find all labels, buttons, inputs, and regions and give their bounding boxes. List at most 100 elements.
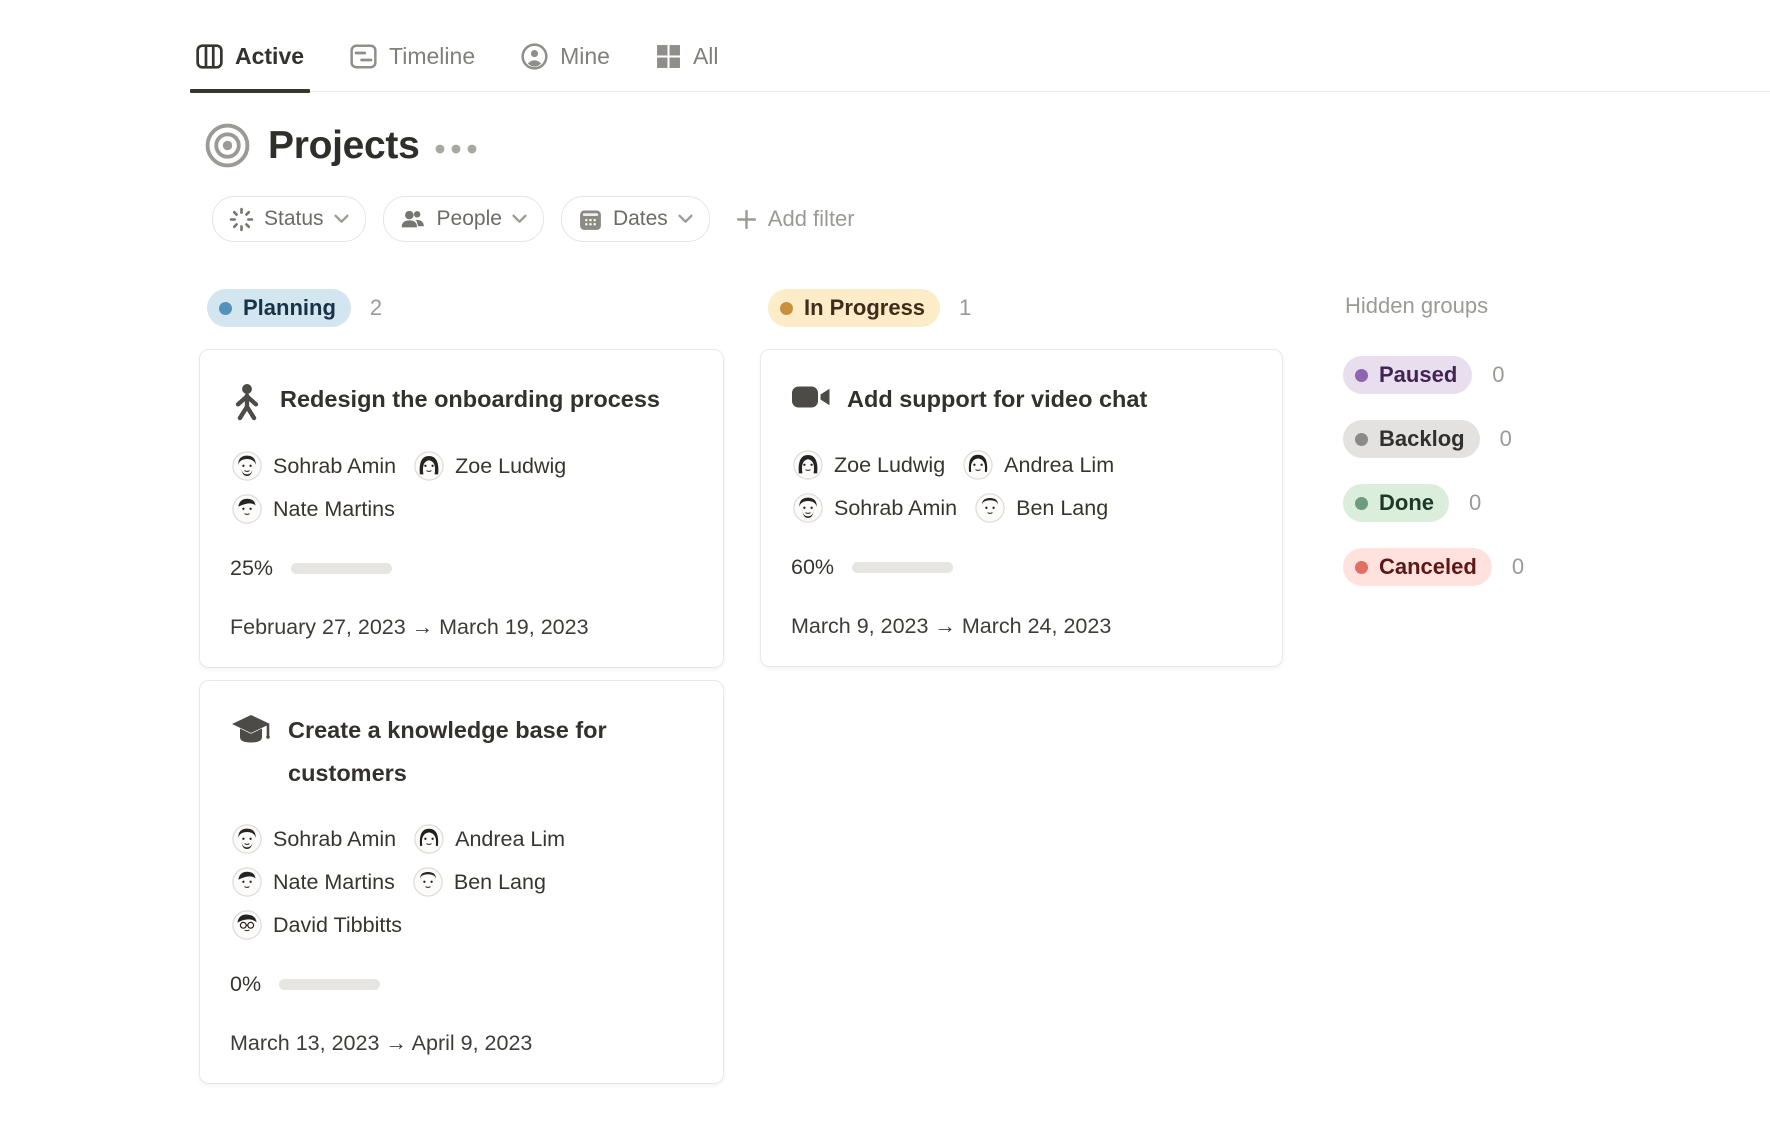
card-people-list: Sohrab Amin Zoe Ludwig Nate Martins bbox=[232, 451, 664, 524]
hidden-groups-title: Hidden groups bbox=[1345, 293, 1613, 319]
person-chip: Ben Lang bbox=[975, 493, 1108, 523]
person-chip: Nate Martins bbox=[232, 494, 395, 524]
target-icon bbox=[204, 122, 251, 169]
tab-mine[interactable]: Mine bbox=[515, 26, 616, 91]
column-count: 1 bbox=[959, 295, 971, 321]
avatar-woman-bob bbox=[414, 824, 444, 854]
person-name: Andrea Lim bbox=[1004, 453, 1114, 478]
grid-icon bbox=[656, 44, 681, 69]
person-chip: Zoe Ludwig bbox=[414, 451, 566, 481]
board-icon bbox=[196, 44, 223, 69]
progress-bar bbox=[279, 979, 380, 990]
filter-pill-dates[interactable]: Dates bbox=[561, 196, 710, 242]
person-name: Nate Martins bbox=[273, 870, 395, 895]
person-chip: Sohrab Amin bbox=[232, 824, 396, 854]
chevron-down-icon bbox=[334, 214, 349, 224]
tab-all[interactable]: All bbox=[650, 26, 725, 91]
avatar-man-beard bbox=[232, 824, 262, 854]
project-card[interactable]: Create a knowledge base for customers So… bbox=[199, 680, 724, 1084]
progress-percent-label: 60% bbox=[791, 555, 834, 580]
avatar-man-beard bbox=[232, 451, 262, 481]
chevron-down-icon bbox=[678, 214, 693, 224]
tab-label: Timeline bbox=[389, 43, 475, 70]
hidden-group-name: Backlog bbox=[1379, 426, 1465, 452]
person-circle-icon bbox=[521, 43, 548, 70]
person-name: Sohrab Amin bbox=[273, 827, 396, 852]
hidden-group-pill-done[interactable]: Done bbox=[1343, 484, 1449, 522]
column-planning: Planning 2 Redesign the onboarding proce… bbox=[199, 289, 724, 1096]
column-status-pill[interactable]: Planning bbox=[207, 289, 351, 327]
hidden-group-row: Backlog 0 bbox=[1343, 420, 1613, 458]
hidden-group-name: Done bbox=[1379, 490, 1434, 516]
more-options-button[interactable] bbox=[435, 144, 477, 154]
avatar-man-short-hair bbox=[232, 867, 262, 897]
graduation-cap-icon bbox=[230, 713, 272, 749]
hidden-group-name: Paused bbox=[1379, 362, 1457, 388]
chevron-down-icon bbox=[512, 214, 527, 224]
card-title: Redesign the onboarding process bbox=[280, 378, 660, 421]
hidden-group-count: 0 bbox=[1500, 426, 1512, 452]
tab-label: Mine bbox=[560, 43, 610, 70]
avatar-man-flat-hair bbox=[413, 867, 443, 897]
person-chip: Sohrab Amin bbox=[232, 451, 396, 481]
person-name: Andrea Lim bbox=[455, 827, 565, 852]
card-date-range: March 13, 2023 → April 9, 2023 bbox=[230, 1031, 693, 1056]
plus-icon bbox=[736, 209, 757, 230]
filter-bar: Status People Dates Add filter bbox=[212, 196, 855, 242]
status-dot-icon bbox=[1355, 497, 1368, 510]
filter-label: Status bbox=[264, 207, 324, 231]
filter-label: Dates bbox=[613, 207, 668, 231]
hidden-group-pill-backlog[interactable]: Backlog bbox=[1343, 420, 1480, 458]
avatar-man-beard bbox=[793, 493, 823, 523]
card-progress: 60% bbox=[791, 555, 1252, 580]
tab-active[interactable]: Active bbox=[190, 26, 310, 91]
add-filter-button[interactable]: Add filter bbox=[736, 206, 855, 232]
add-filter-label: Add filter bbox=[768, 206, 855, 232]
view-tab-bar: Active Timeline Mine All bbox=[190, 26, 1770, 92]
filter-pill-people[interactable]: People bbox=[383, 196, 544, 242]
hidden-group-pill-paused[interactable]: Paused bbox=[1343, 356, 1472, 394]
person-name: Sohrab Amin bbox=[273, 454, 396, 479]
hidden-group-pill-canceled[interactable]: Canceled bbox=[1343, 548, 1492, 586]
tab-label: All bbox=[693, 43, 719, 70]
column-name: In Progress bbox=[804, 295, 925, 321]
avatar-woman-long-hair bbox=[793, 450, 823, 480]
card-progress: 25% bbox=[230, 556, 693, 581]
person-chip: David Tibbitts bbox=[232, 910, 402, 940]
filter-label: People bbox=[437, 207, 502, 231]
avatar-woman-long-hair bbox=[414, 451, 444, 481]
person-name: Zoe Ludwig bbox=[455, 454, 566, 479]
card-date-range: February 27, 2023 → March 19, 2023 bbox=[230, 615, 693, 640]
column-status-pill[interactable]: In Progress bbox=[768, 289, 940, 327]
project-card[interactable]: Add support for video chat Zoe Ludwig An… bbox=[760, 349, 1283, 667]
tab-timeline[interactable]: Timeline bbox=[344, 26, 481, 91]
hidden-group-count: 0 bbox=[1469, 490, 1481, 516]
person-chip: Andrea Lim bbox=[963, 450, 1114, 480]
person-name: Ben Lang bbox=[1016, 496, 1108, 521]
avatar-man-glasses bbox=[232, 910, 262, 940]
progress-percent-label: 25% bbox=[230, 556, 273, 581]
status-burst-icon bbox=[229, 207, 254, 232]
hidden-group-count: 0 bbox=[1492, 362, 1504, 388]
status-dot-icon bbox=[1355, 369, 1368, 382]
avatar-man-flat-hair bbox=[975, 493, 1005, 523]
video-camera-icon bbox=[791, 382, 831, 412]
timeline-icon bbox=[350, 44, 377, 69]
person-chip: Ben Lang bbox=[413, 867, 546, 897]
column-in-progress: In Progress 1 Add support for video chat… bbox=[760, 289, 1283, 679]
person-chip: Nate Martins bbox=[232, 867, 395, 897]
card-people-list: Zoe Ludwig Andrea Lim Sohrab Amin Ben La… bbox=[793, 450, 1225, 523]
person-chip: Andrea Lim bbox=[414, 824, 565, 854]
person-name: David Tibbitts bbox=[273, 913, 402, 938]
person-chip: Zoe Ludwig bbox=[793, 450, 945, 480]
avatar-woman-bob bbox=[963, 450, 993, 480]
hidden-groups-section: Hidden groups Paused 0 Backlog 0 Done 0 … bbox=[1343, 289, 1613, 612]
column-header: In Progress 1 bbox=[768, 289, 1283, 327]
card-date-range: March 9, 2023 → March 24, 2023 bbox=[791, 614, 1252, 639]
project-card[interactable]: Redesign the onboarding process Sohrab A… bbox=[199, 349, 724, 668]
status-dot-icon bbox=[219, 302, 232, 315]
person-name: Zoe Ludwig bbox=[834, 453, 945, 478]
page-title: Projects bbox=[268, 124, 420, 168]
progress-percent-label: 0% bbox=[230, 972, 261, 997]
filter-pill-status[interactable]: Status bbox=[212, 196, 366, 242]
